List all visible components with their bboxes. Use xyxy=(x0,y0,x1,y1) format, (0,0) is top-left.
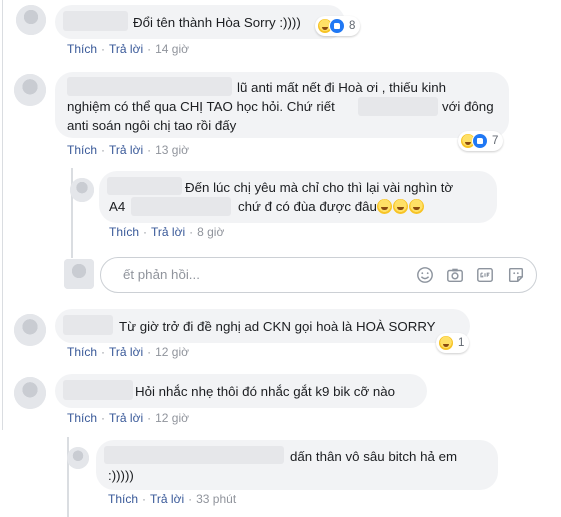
timestamp: 12 giờ xyxy=(155,345,189,359)
redacted-name xyxy=(63,11,128,31)
comment-actions: Thích · Trả lời · 33 phút xyxy=(108,492,237,506)
comment-text: Đổi tên thành Hòa Sorry :)))) xyxy=(133,15,301,30)
redacted-name xyxy=(104,446,284,464)
reply-text-line: :))))) xyxy=(108,468,134,483)
reply-bubble: dấn thân vô sâu bitch hả em :))))) xyxy=(96,440,498,490)
like-link[interactable]: Thích xyxy=(109,225,139,239)
comment-bubble: Đổi tên thành Hòa Sorry :)))) xyxy=(55,5,345,39)
reaction-count: 7 xyxy=(492,135,499,147)
reply-input[interactable]: ết phản hồi... xyxy=(100,257,537,293)
reply-text-line: Đến lúc chị yêu mà chỉ cho thì lại vài n… xyxy=(185,180,454,195)
comment-actions: Thích · Trả lời · 14 giờ xyxy=(67,42,189,56)
reaction-summary[interactable]: 1 xyxy=(436,333,470,353)
redacted-text xyxy=(358,97,438,116)
sticker-icon[interactable] xyxy=(507,266,525,284)
reply-bubble: Đến lúc chị yêu mà chỉ cho thì lại vài n… xyxy=(99,171,497,223)
redacted-name xyxy=(63,380,133,400)
avatar xyxy=(64,259,94,289)
comment-text: Hỏi nhắc nhẹ thôi đó nhắc gắt k9 bik cỡ … xyxy=(135,384,396,399)
reply-link[interactable]: Trả lời xyxy=(150,492,184,506)
like-reaction-icon xyxy=(472,133,488,149)
avatar[interactable] xyxy=(16,5,46,35)
like-link[interactable]: Thích xyxy=(67,411,97,425)
redacted-name xyxy=(63,315,113,335)
reply-link[interactable]: Trả lời xyxy=(109,42,143,56)
laughing-emoji-icon xyxy=(376,199,392,214)
redacted-name xyxy=(107,177,182,195)
timestamp: 33 phút xyxy=(196,492,237,506)
avatar[interactable] xyxy=(14,74,46,106)
reply-text-line: dấn thân vô sâu bitch hả em xyxy=(290,449,458,464)
like-link[interactable]: Thích xyxy=(67,345,97,359)
reply-input-placeholder: ết phản hồi... xyxy=(123,267,200,282)
reply-link[interactable]: Trả lời xyxy=(109,345,143,359)
reply-text-line: A4 xyxy=(109,199,126,214)
laughing-emoji-icon xyxy=(392,199,408,214)
comment-bubble: Từ giờ trở đi đề nghị ad CKN gọi hoà là … xyxy=(55,309,470,343)
comment-text-line: với đông xyxy=(442,99,494,114)
comment-bubble: lũ anti mất nết đi Hoà ơi , thiếu kinh n… xyxy=(55,72,509,138)
camera-icon[interactable] xyxy=(446,266,464,284)
gif-icon[interactable] xyxy=(476,266,494,284)
reaction-count: 8 xyxy=(349,20,356,32)
avatar[interactable] xyxy=(67,447,89,469)
comment-actions: Thích · Trả lời · 8 giờ xyxy=(109,225,225,239)
timestamp: 12 giờ xyxy=(155,411,189,425)
reaction-summary[interactable]: 8 xyxy=(315,16,361,36)
reply-link[interactable]: Trả lời xyxy=(109,411,143,425)
like-link[interactable]: Thích xyxy=(67,42,97,56)
reply-link[interactable]: Trả lời xyxy=(109,143,143,157)
haha-reaction-icon xyxy=(438,335,454,351)
comment-actions: Thích · Trả lời · 12 giờ xyxy=(67,411,189,425)
comment-text-line: lũ anti mất nết đi Hoà ơi , thiếu kinh xyxy=(237,80,447,95)
reply-link[interactable]: Trả lời xyxy=(151,225,185,239)
emoji-icon[interactable] xyxy=(416,266,434,284)
like-link[interactable]: Thích xyxy=(67,143,97,157)
comment-text: Từ giờ trở đi đề nghị ad CKN gọi hoà là … xyxy=(119,319,436,334)
avatar[interactable] xyxy=(14,314,46,346)
timestamp: 14 giờ xyxy=(155,42,189,56)
avatar[interactable] xyxy=(70,178,94,202)
thread-guide-line xyxy=(2,0,3,430)
comment-text-line: nghiệm có thể qua CHỊ TAO học hỏi. Chứ r… xyxy=(67,99,335,114)
redacted-name xyxy=(67,77,232,96)
comment-actions: Thích · Trả lời · 13 giờ xyxy=(67,143,189,157)
redacted-text xyxy=(131,197,231,216)
comment-text-line: anti soán ngôi chị tao rồi đấy xyxy=(67,118,237,133)
timestamp: 8 giờ xyxy=(197,225,225,239)
laughing-emoji-icon xyxy=(408,199,424,214)
reaction-summary[interactable]: 7 xyxy=(458,131,504,151)
comment-bubble: Hỏi nhắc nhẹ thôi đó nhắc gắt k9 bik cỡ … xyxy=(55,374,427,408)
reaction-count: 1 xyxy=(458,337,465,349)
reply-text: chứ đ có đùa được đâu xyxy=(238,199,377,214)
avatar[interactable] xyxy=(14,377,46,409)
like-reaction-icon xyxy=(329,18,345,34)
like-link[interactable]: Thích xyxy=(108,492,138,506)
comment-actions: Thích · Trả lời · 12 giờ xyxy=(67,345,189,359)
timestamp: 13 giờ xyxy=(155,143,189,157)
reply-text-line: chứ đ có đùa được đâu xyxy=(238,197,425,216)
